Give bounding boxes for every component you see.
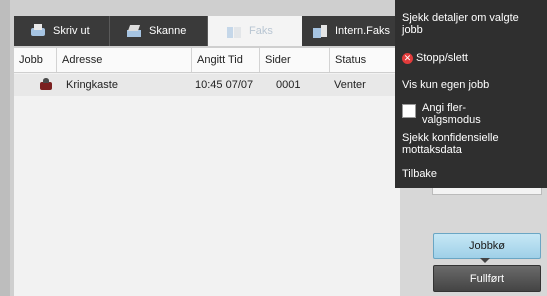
- table-header: Jobb Adresse Angitt Tid Sider Status: [14, 48, 434, 73]
- tab-fax[interactable]: Faks: [208, 16, 302, 46]
- column-header-pages: Sider: [259, 48, 329, 72]
- action-menu: Sjekk detaljer om valgte jobb ✕ Stopp/sle…: [395, 0, 547, 188]
- tab-internet-fax[interactable]: Intern.Faks: [302, 16, 398, 46]
- mode-tab-bar: Skriv ut Skanne Faks Intern.Faks: [14, 16, 434, 46]
- tab-scan[interactable]: Skanne: [110, 16, 208, 46]
- cell-pages: 0001: [276, 79, 301, 91]
- job-queue-button[interactable]: Jobbkø: [433, 233, 541, 259]
- menu-item-back[interactable]: Tilbake: [402, 168, 542, 180]
- menu-item-label: Stopp/slett: [416, 52, 468, 64]
- column-header-address: Adresse: [56, 48, 191, 72]
- multi-select-checkbox[interactable]: [402, 104, 416, 118]
- menu-item-check-details[interactable]: Sjekk detaljer om valgte jobb: [402, 12, 542, 36]
- screen-edge: [0, 0, 10, 296]
- stop-icon: ✕: [402, 52, 413, 64]
- menu-item-own-jobs[interactable]: Vis kun egen jobb: [402, 79, 542, 91]
- tab-label: Faks: [249, 25, 273, 37]
- cell-address: Kringkaste: [66, 79, 118, 91]
- menu-item-confidential-data[interactable]: Sjekk konfidensielle mottaksdata: [402, 132, 542, 156]
- column-header-job: Jobb: [19, 54, 43, 66]
- job-table: Jobb Adresse Angitt Tid Sider Status Kri…: [14, 48, 434, 296]
- arrow-down-icon: [480, 258, 490, 263]
- tab-print[interactable]: Skriv ut: [14, 16, 110, 46]
- printer-icon: [30, 24, 46, 38]
- broadcast-job-icon: [38, 77, 54, 93]
- menu-item-multi-select[interactable]: Angi fler-valgsmodus: [402, 102, 542, 126]
- menu-item-label: Angi fler-valgsmodus: [422, 102, 481, 126]
- tab-label: Intern.Faks: [335, 25, 391, 37]
- cell-time: 10:45 07/07: [195, 79, 254, 91]
- tab-label: Skanne: [149, 25, 187, 37]
- column-header-time: Angitt Tid: [191, 48, 259, 72]
- table-row[interactable]: Kringkaste 10:45 07/07 0001 Venter: [14, 74, 434, 96]
- internet-fax-icon: [312, 24, 328, 38]
- completed-button[interactable]: Fullført: [433, 265, 541, 292]
- menu-item-stop-delete[interactable]: ✕ Stopp/slett: [402, 52, 542, 64]
- cell-status: Venter: [334, 79, 366, 91]
- fax-icon: [226, 24, 242, 38]
- scanner-icon: [126, 24, 142, 38]
- tab-label: Skriv ut: [53, 25, 90, 37]
